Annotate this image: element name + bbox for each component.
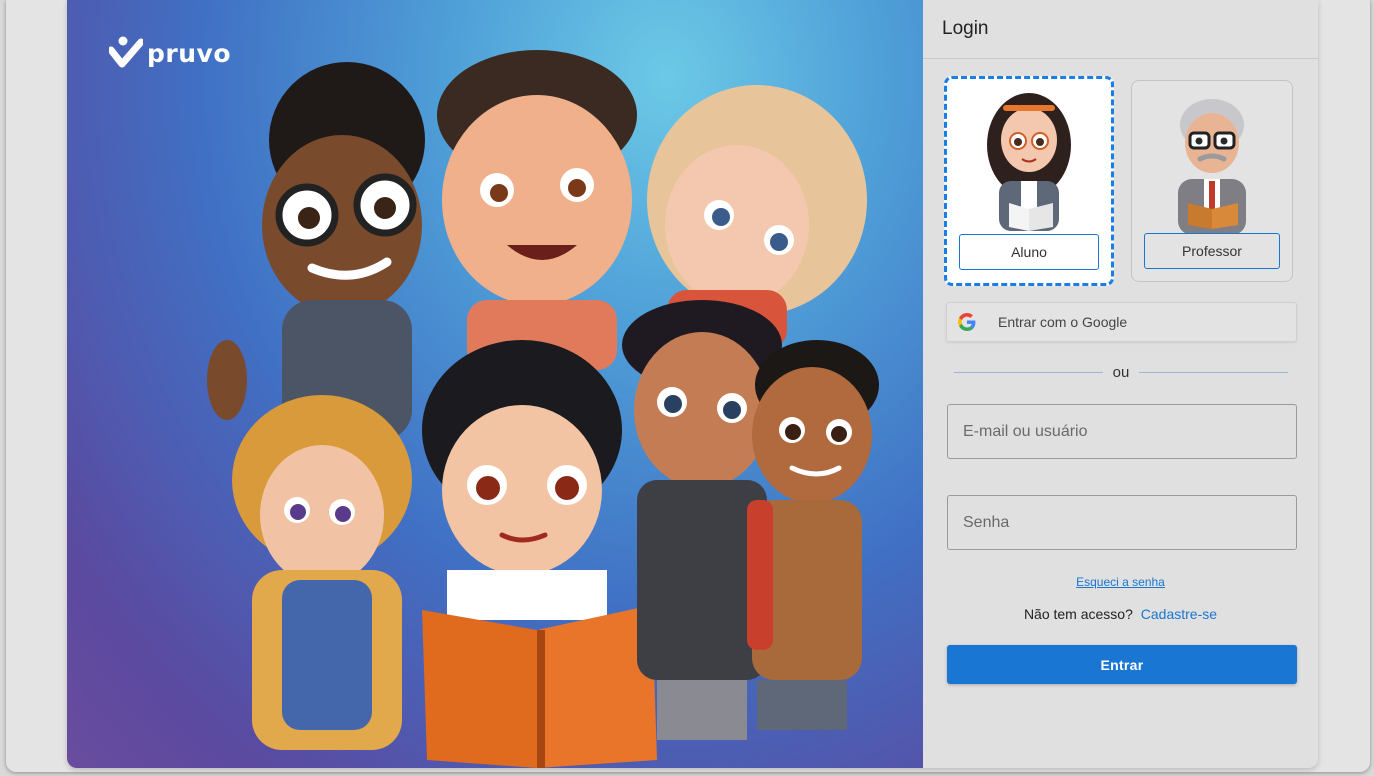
- hero-illustration: pruvo: [67, 0, 923, 768]
- separator-line-left: [954, 371, 1103, 373]
- google-icon: [958, 313, 976, 331]
- teacher-avatar-icon: [1178, 99, 1246, 235]
- student-avatar-icon: [987, 93, 1071, 231]
- professor-button[interactable]: Professor: [1144, 233, 1280, 269]
- title-divider: [923, 58, 1318, 59]
- or-separator: ou: [954, 362, 1288, 382]
- separator-line-right: [1139, 371, 1288, 373]
- role-card-aluno[interactable]: Aluno: [944, 76, 1114, 286]
- login-card: pruvo Login Aluno Professor Entrar com o…: [67, 0, 1318, 768]
- no-access-text: Não tem acesso?: [1023, 606, 1133, 622]
- google-signin-button[interactable]: Entrar com o Google: [946, 302, 1297, 342]
- brand-name: pruvo: [147, 38, 231, 68]
- forgot-password-row: Esqueci a senha: [923, 575, 1318, 589]
- signup-link[interactable]: Cadastre-se: [1141, 606, 1217, 622]
- login-panel: Login Aluno Professor Entrar com o Googl…: [923, 0, 1318, 768]
- or-label: ou: [1112, 363, 1130, 381]
- email-field[interactable]: [947, 404, 1297, 459]
- pruvo-logo: pruvo: [109, 36, 231, 68]
- google-signin-label: Entrar com o Google: [998, 314, 1128, 330]
- forgot-password-link[interactable]: Esqueci a senha: [1076, 575, 1165, 589]
- students-illustration: [207, 50, 879, 768]
- signup-row: Não tem acesso? Cadastre-se: [923, 606, 1318, 622]
- submit-button[interactable]: Entrar: [947, 645, 1297, 684]
- password-field[interactable]: [947, 495, 1297, 550]
- aluno-button[interactable]: Aluno: [959, 234, 1099, 270]
- role-card-professor[interactable]: Professor: [1131, 80, 1293, 282]
- pruvo-logo-icon: [109, 36, 143, 68]
- browser-frame: pruvo Login Aluno Professor Entrar com o…: [6, 0, 1370, 772]
- page-title: Login: [942, 18, 989, 39]
